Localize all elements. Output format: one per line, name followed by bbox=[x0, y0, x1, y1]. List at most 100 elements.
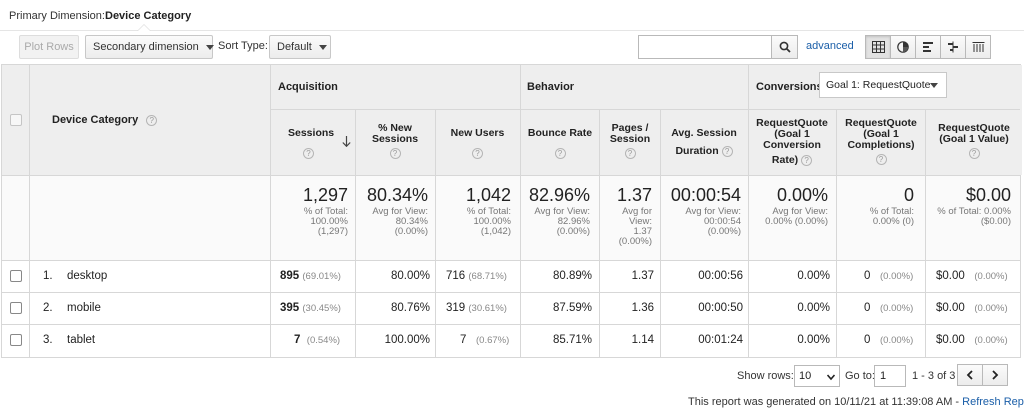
col-new-sessions-label-2: Sessions bbox=[371, 133, 419, 145]
pivot-view-button[interactable] bbox=[965, 35, 991, 59]
cell-goal-value: $0.00 (0.00%) bbox=[936, 334, 1008, 346]
col-value-label-2: (Goal 1 Value) bbox=[939, 133, 1009, 145]
row-index: 2. bbox=[43, 302, 53, 314]
cell-new-users: 716 (68.71%) bbox=[446, 270, 507, 282]
select-all-checkbox[interactable] bbox=[10, 114, 22, 126]
plot-rows-button[interactable]: Plot Rows bbox=[19, 35, 79, 59]
conversions-group-header: Conversions bbox=[756, 81, 823, 93]
goto-page-input[interactable]: 1 bbox=[874, 365, 906, 387]
chevron-down-icon bbox=[205, 44, 214, 50]
help-icon[interactable]: ? bbox=[721, 145, 733, 157]
col-sessions[interactable]: Sessions ? bbox=[288, 127, 351, 159]
search-button[interactable] bbox=[771, 35, 798, 59]
total-conv-rate-sub: Avg for View: 0.00% (0.00%) bbox=[765, 206, 828, 227]
row-device-link[interactable]: tablet bbox=[67, 334, 95, 346]
help-icon[interactable]: ? bbox=[801, 154, 813, 166]
row-checkbox[interactable] bbox=[10, 334, 22, 346]
show-rows-value: 10 bbox=[799, 370, 812, 382]
help-icon[interactable]: ? bbox=[554, 148, 566, 159]
comparison-view-icon bbox=[948, 41, 958, 53]
chevron-down-icon bbox=[318, 44, 327, 50]
primary-dimension-label: Primary Dimension: bbox=[9, 10, 105, 22]
refresh-report-link[interactable]: Refresh Report bbox=[962, 396, 1024, 408]
total-sessions: 1,297 bbox=[302, 185, 348, 205]
total-sessions-sub: % of Total: 100.00% (1,297) bbox=[303, 206, 348, 237]
sort-type-dropdown[interactable]: Default bbox=[269, 35, 331, 59]
col-new-users[interactable]: New Users ? bbox=[440, 128, 515, 159]
view-switcher bbox=[865, 35, 991, 59]
cell-new-users: 319 (30.61%) bbox=[446, 302, 507, 314]
total-value-sub: % of Total: 0.00% ($0.00) bbox=[937, 206, 1011, 227]
cell-completions: 0 (0.00%) bbox=[864, 302, 914, 314]
report-generated-text: This report was generated on 10/11/21 at… bbox=[688, 396, 963, 408]
plot-rows-label: Plot Rows bbox=[24, 41, 74, 53]
next-page-button[interactable] bbox=[982, 364, 1008, 386]
help-icon[interactable]: ? bbox=[472, 148, 483, 159]
col-bounce-rate[interactable]: Bounce Rate ? bbox=[524, 128, 596, 159]
device-category-header[interactable]: Device Category ? bbox=[52, 114, 158, 126]
cell-pages: 1.36 bbox=[631, 302, 654, 314]
col-avg-duration-label-2: Duration bbox=[675, 145, 719, 157]
pie-view-icon bbox=[897, 41, 909, 53]
help-icon[interactable]: ? bbox=[624, 148, 636, 159]
table-view-button[interactable] bbox=[865, 35, 891, 59]
col-goal-completions[interactable]: RequestQuote (Goal 1 Completions) ? bbox=[840, 118, 922, 165]
secondary-dimension-dropdown[interactable]: Secondary dimension bbox=[85, 35, 214, 59]
total-bounce-rate-sub: Avg for View: 82.96% (0.00%) bbox=[534, 206, 590, 237]
pie-view-button[interactable] bbox=[890, 35, 916, 59]
performance-view-button[interactable] bbox=[915, 35, 941, 59]
help-icon[interactable]: ? bbox=[875, 154, 887, 165]
help-icon[interactable]: ? bbox=[968, 148, 980, 159]
col-sessions-label: Sessions bbox=[288, 127, 335, 139]
report-generated-note: This report was generated on 10/11/21 at… bbox=[688, 396, 1024, 408]
row-checkbox[interactable] bbox=[10, 270, 22, 282]
secondary-dimension-label: Secondary dimension bbox=[93, 41, 199, 53]
cell-pages: 1.14 bbox=[631, 334, 654, 346]
help-icon[interactable]: ? bbox=[303, 148, 314, 159]
advanced-filter-link[interactable]: advanced bbox=[806, 40, 854, 52]
cell-bounce-rate: 87.59% bbox=[552, 302, 592, 314]
sort-descending-icon bbox=[342, 136, 351, 147]
cell-duration: 00:01:24 bbox=[698, 334, 743, 346]
row-device-link[interactable]: mobile bbox=[67, 302, 101, 314]
primary-dimension-bar: Primary Dimension: Device Category bbox=[0, 0, 1024, 31]
goal-selector-dropdown[interactable]: Goal 1: RequestQuote bbox=[819, 72, 947, 98]
col-new-sessions[interactable]: % New Sessions ? bbox=[360, 123, 430, 159]
primary-dimension-device-category[interactable]: Device Category bbox=[105, 10, 191, 22]
show-rows-select[interactable]: 10 bbox=[794, 365, 840, 387]
col-bounce-rate-label: Bounce Rate bbox=[527, 127, 593, 139]
total-pages-per-session: 1.37 bbox=[616, 185, 652, 205]
col-pages-per-session[interactable]: Pages / Session ? bbox=[602, 123, 658, 159]
active-dimension-pointer bbox=[137, 24, 151, 31]
total-pages-sub: Avg for View: 1.37 (0.00%) bbox=[618, 206, 652, 247]
row-checkbox[interactable] bbox=[10, 302, 22, 314]
report-view: Primary Dimension: Device Category Plot … bbox=[0, 0, 1024, 419]
total-new-sessions-sub: Avg for View: 80.34% (0.00%) bbox=[372, 206, 428, 237]
col-conv-rate-label-4: Rate) bbox=[771, 154, 799, 166]
behavior-group-header: Behavior bbox=[527, 81, 575, 93]
previous-page-button[interactable] bbox=[957, 364, 983, 386]
col-goal-conversion-rate[interactable]: RequestQuote (Goal 1 Conversion Rate) ? bbox=[752, 118, 832, 166]
cell-duration: 00:00:56 bbox=[698, 270, 743, 282]
help-icon[interactable]: ? bbox=[146, 114, 158, 126]
sort-type-label: Sort Type: bbox=[218, 40, 268, 52]
chevron-down-icon bbox=[930, 83, 938, 88]
row-device-link[interactable]: desktop bbox=[67, 270, 107, 282]
cell-goal-value: $0.00 (0.00%) bbox=[936, 302, 1008, 314]
cell-sessions: 395 (30.45%) bbox=[280, 302, 341, 314]
table-filter-input[interactable] bbox=[638, 35, 772, 59]
comparison-view-button[interactable] bbox=[940, 35, 966, 59]
help-icon[interactable]: ? bbox=[389, 148, 401, 159]
total-new-sessions: 80.34% bbox=[366, 185, 428, 205]
total-new-users-sub: % of Total: 100.00% (1,042) bbox=[466, 206, 511, 237]
cell-pages: 1.37 bbox=[631, 270, 654, 282]
report-toolbar: Plot Rows Secondary dimension Sort Type:… bbox=[0, 31, 1024, 64]
table-row: 2. mobile 395 (30.45%) 80.76% 319 (30.61… bbox=[2, 293, 1022, 325]
col-goal-value[interactable]: RequestQuote (Goal 1 Value) ? bbox=[928, 123, 1020, 159]
cell-conv-rate: 0.00% bbox=[797, 270, 830, 282]
chevron-down-icon bbox=[827, 374, 835, 381]
col-avg-session-duration[interactable]: Avg. Session Duration ? bbox=[664, 128, 744, 157]
performance-view-icon bbox=[923, 42, 933, 52]
pagination-range: 1 - 3 of 3 bbox=[912, 370, 956, 382]
cell-new-sessions: 80.76% bbox=[390, 302, 430, 314]
